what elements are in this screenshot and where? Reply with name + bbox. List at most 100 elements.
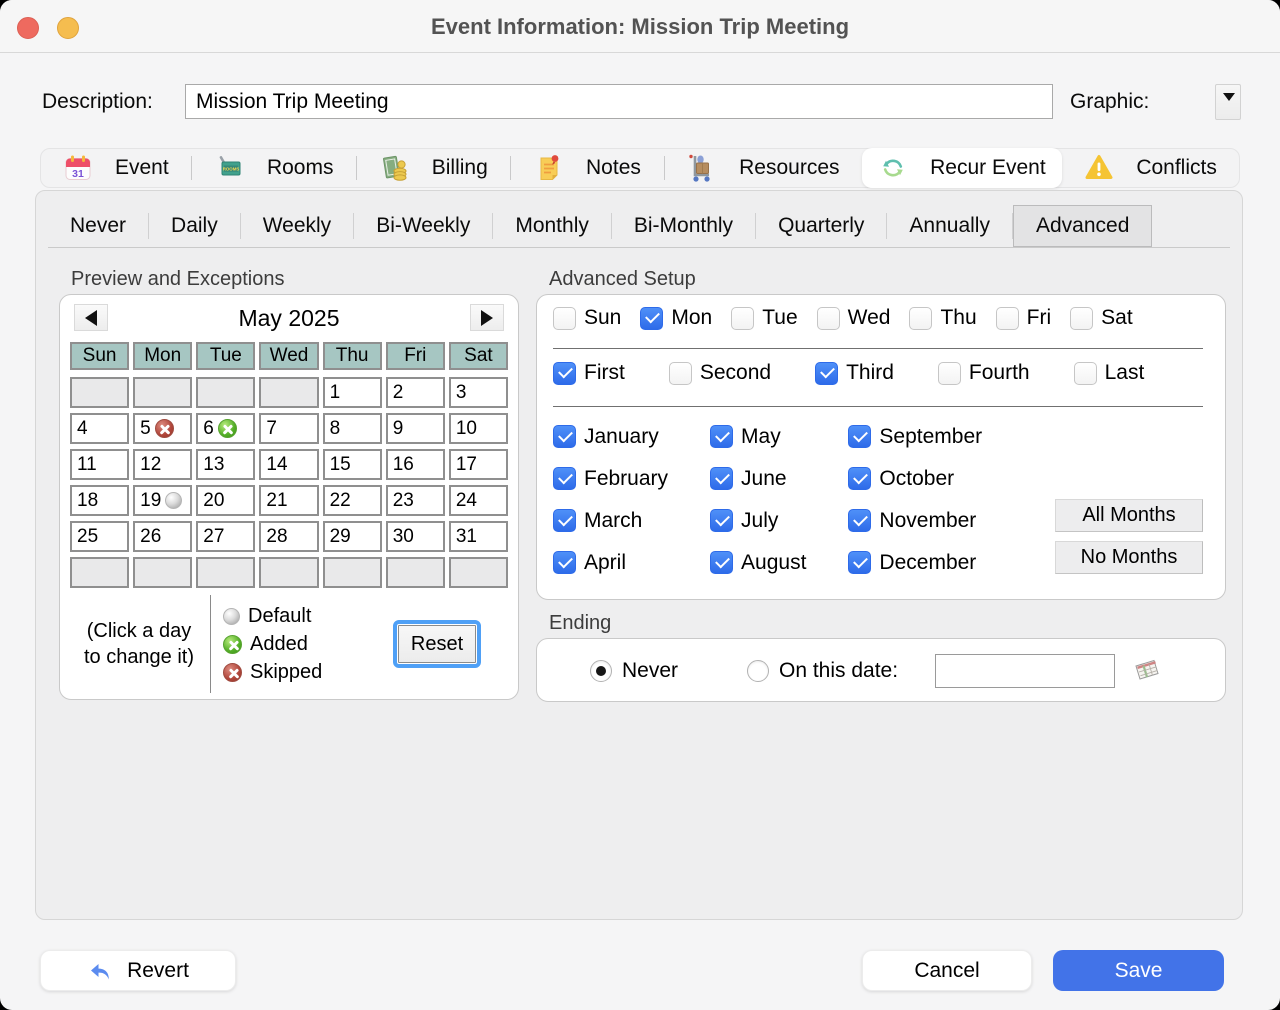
next-month-button[interactable] [470,304,504,331]
checkbox[interactable] [1070,307,1093,330]
graphic-dropdown-button[interactable] [1215,84,1241,120]
calendar-day-7[interactable]: 7 [259,413,318,444]
month-checkbox-march[interactable]: March [553,505,668,536]
checkbox[interactable] [817,307,840,330]
calendar-day-24[interactable]: 24 [449,485,508,516]
ending-never-option[interactable]: Never [590,639,678,703]
calendar-day-10[interactable]: 10 [449,413,508,444]
recurrence-tab-bi-weekly[interactable]: Bi-Weekly [354,205,492,247]
checkbox[interactable] [553,307,576,330]
weekday-checkbox-wed[interactable]: Wed [817,306,891,330]
never-radio[interactable] [590,660,612,682]
recurrence-tab-quarterly[interactable]: Quarterly [756,205,886,247]
weekday-checkbox-fri[interactable]: Fri [996,306,1052,330]
weekday-checkbox-sun[interactable]: Sun [553,306,621,330]
weekday-checkbox-thu[interactable]: Thu [909,306,976,330]
recurrence-tab-annually[interactable]: Annually [887,205,1012,247]
on-this-date-radio[interactable] [747,660,769,682]
ending-date-input[interactable] [935,654,1115,688]
cancel-button[interactable]: Cancel [862,950,1032,991]
recurrence-tab-never[interactable]: Never [48,205,148,247]
tab-recur-event[interactable]: Recur Event [862,148,1062,188]
checkbox[interactable] [815,362,838,385]
checkbox[interactable] [848,425,871,448]
checkbox[interactable] [996,307,1019,330]
month-checkbox-september[interactable]: September [848,421,982,452]
calendar-day-12[interactable]: 12 [133,449,192,480]
checkbox[interactable] [731,307,754,330]
calendar-day-28[interactable]: 28 [259,521,318,552]
weekday-checkbox-sat[interactable]: Sat [1070,306,1133,330]
calendar-day-21[interactable]: 21 [259,485,318,516]
calendar-day-4[interactable]: 4 [70,413,129,444]
tab-conflicts[interactable]: Conflicts [1068,148,1233,188]
calendar-day-14[interactable]: 14 [259,449,318,480]
recurrence-tab-monthly[interactable]: Monthly [493,205,611,247]
calendar-day-29[interactable]: 29 [323,521,382,552]
checkbox[interactable] [640,307,663,330]
calendar-day-2[interactable]: 2 [386,377,445,408]
month-checkbox-may[interactable]: May [710,421,806,452]
checkbox[interactable] [848,551,871,574]
week-ordinal-checkbox-last[interactable]: Last [1074,361,1145,385]
checkbox[interactable] [710,467,733,490]
checkbox[interactable] [710,425,733,448]
checkbox[interactable] [553,551,576,574]
weekday-checkbox-tue[interactable]: Tue [731,306,797,330]
tab-event[interactable]: 31Event [47,148,185,188]
checkbox[interactable] [938,362,961,385]
month-checkbox-january[interactable]: January [553,421,668,452]
calendar-day-13[interactable]: 13 [196,449,255,480]
month-checkbox-july[interactable]: July [710,505,806,536]
checkbox[interactable] [848,509,871,532]
calendar-day-18[interactable]: 18 [70,485,129,516]
checkbox[interactable] [669,362,692,385]
checkbox[interactable] [710,551,733,574]
checkbox[interactable] [848,467,871,490]
calendar-day-30[interactable]: 30 [386,521,445,552]
calendar-day-19[interactable]: 19 [133,485,192,516]
revert-button[interactable]: Revert [40,950,236,991]
tab-billing[interactable]: Billing [364,148,504,188]
calendar-day-11[interactable]: 11 [70,449,129,480]
calendar-day-31[interactable]: 31 [449,521,508,552]
calendar-day-27[interactable]: 27 [196,521,255,552]
date-picker-calendar-icon[interactable] [1130,656,1162,686]
tab-resources[interactable]: Resources [671,148,855,188]
recurrence-tab-advanced[interactable]: Advanced [1013,205,1152,247]
no-months-button[interactable]: No Months [1055,541,1203,574]
week-ordinal-checkbox-first[interactable]: First [553,361,625,385]
week-ordinal-checkbox-second[interactable]: Second [669,361,771,385]
save-button[interactable]: Save [1053,950,1224,991]
calendar-day-15[interactable]: 15 [323,449,382,480]
week-ordinal-checkbox-third[interactable]: Third [815,361,894,385]
month-checkbox-november[interactable]: November [848,505,982,536]
recurrence-tab-weekly[interactable]: Weekly [241,205,353,247]
calendar-day-25[interactable]: 25 [70,521,129,552]
calendar-day-23[interactable]: 23 [386,485,445,516]
month-checkbox-june[interactable]: June [710,463,806,494]
calendar-day-5[interactable]: 5 [133,413,192,444]
checkbox[interactable] [710,509,733,532]
description-input[interactable] [185,84,1053,119]
ending-on-date-option[interactable]: On this date: [747,639,898,703]
calendar-day-20[interactable]: 20 [196,485,255,516]
checkbox[interactable] [553,362,576,385]
recurrence-tab-bi-monthly[interactable]: Bi-Monthly [612,205,755,247]
calendar-day-8[interactable]: 8 [323,413,382,444]
recurrence-tab-daily[interactable]: Daily [149,205,240,247]
tab-notes[interactable]: Notes [518,148,657,188]
calendar-day-26[interactable]: 26 [133,521,192,552]
month-checkbox-february[interactable]: February [553,463,668,494]
all-months-button[interactable]: All Months [1055,499,1203,532]
calendar-day-22[interactable]: 22 [323,485,382,516]
week-ordinal-checkbox-fourth[interactable]: Fourth [938,361,1030,385]
month-checkbox-december[interactable]: December [848,547,982,578]
calendar-day-3[interactable]: 3 [449,377,508,408]
calendar-day-6[interactable]: 6 [196,413,255,444]
calendar-day-1[interactable]: 1 [323,377,382,408]
weekday-checkbox-mon[interactable]: Mon [640,306,712,330]
month-checkbox-october[interactable]: October [848,463,982,494]
checkbox[interactable] [553,425,576,448]
calendar-day-9[interactable]: 9 [386,413,445,444]
